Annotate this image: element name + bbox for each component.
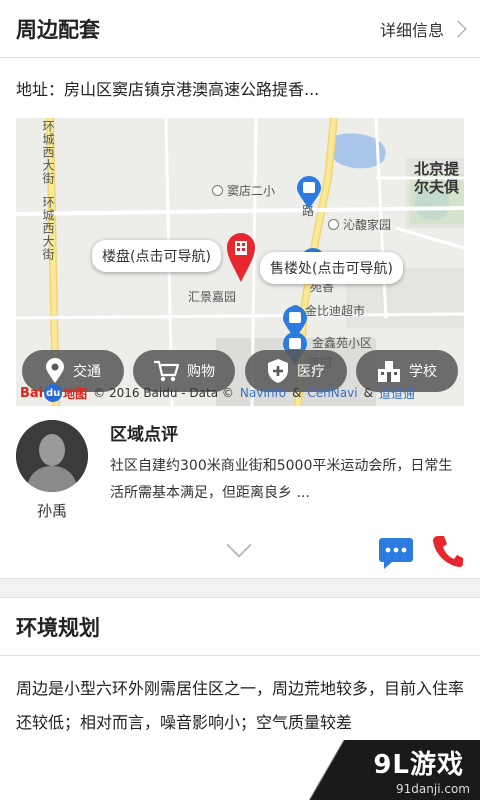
person-silhouette-icon <box>16 420 88 492</box>
detail-info-link[interactable]: 详细信息 <box>379 17 467 41</box>
bus-stop-pin-icon[interactable] <box>296 176 322 210</box>
property-callout[interactable]: 楼盘(点击可导航) <box>92 240 221 272</box>
cennavi-link[interactable]: CenNavi <box>307 386 357 400</box>
map-attribution: Bai du 地图 © 2016 Baidu - Data © NavInfo & … <box>20 384 415 402</box>
traffic-label: 交通 <box>73 364 101 380</box>
address-text: 地址：房山区窦店镇京港澳高速公路提香... <box>16 80 320 99</box>
map-label-golf: 北京提尔夫俱 <box>414 160 460 196</box>
sales-office-callout[interactable]: 售楼处(点击可导航) <box>260 252 403 284</box>
map-label-qinfu: 沁馥家园 <box>328 216 391 233</box>
chevron-right-icon <box>449 20 467 37</box>
map-label-jinxin: 金鑫苑小区 <box>312 336 373 350</box>
daodaotong-link[interactable]: 道道通 <box>379 385 415 402</box>
facilities-header: 周边配套 详细信息 <box>0 0 480 58</box>
author-name: 孙禹 <box>36 502 67 520</box>
watermark-url: 91danji.com <box>396 782 470 796</box>
environment-title: 环境规划 <box>16 615 100 640</box>
review-title: 区域点评 <box>110 425 178 445</box>
watermark-logo: 9L游戏 <box>373 750 464 780</box>
chevron-down-icon[interactable] <box>226 532 252 558</box>
area-review: 孙禹 区域点评 社区自建约300米商业街和5000平米运动会所，日常生活所需基本… <box>0 406 480 578</box>
avatar[interactable] <box>16 420 88 492</box>
school-building-icon <box>378 361 400 382</box>
shopping-label: 购物 <box>187 364 215 380</box>
environment-header: 环境规划 <box>0 598 480 656</box>
facilities-title: 周边配套 <box>16 17 100 42</box>
map-label-huijing: 汇景嘉园 <box>188 290 237 304</box>
map-label-school: 窦店二小 <box>212 182 275 199</box>
medical-label: 医疗 <box>297 364 325 380</box>
location-pin-icon <box>46 358 64 383</box>
map-view[interactable]: 环城西大街 环城西大街 窦店二小 沁馥家园 汇景嘉园 金比迪超市 金鑫苑小区 苑… <box>16 118 464 406</box>
navinfo-link[interactable]: NavInfo <box>240 386 286 400</box>
review-body: 区域点评 社区自建约300米商业街和5000平米运动会所，日常生活所需基本满足，… <box>110 420 464 507</box>
shopping-cart-icon <box>154 360 179 382</box>
section-divider <box>0 578 480 598</box>
copyright-text: © 2016 Baidu - Data © <box>93 386 234 400</box>
environment-text: 周边是小型六环外刚需居住区之一，周边荒地较多，目前入住率还较低；相对而言，噪音影… <box>16 679 465 732</box>
school-label: 学校 <box>409 364 437 380</box>
baidu-map-logo: Bai du 地图 <box>20 384 88 402</box>
chat-bubble-icon[interactable] <box>378 536 414 570</box>
detail-info-label: 详细信息 <box>379 20 444 40</box>
phone-icon[interactable] <box>432 534 464 568</box>
amp-text: & <box>363 386 373 400</box>
watermark: 9L游戏 91danji.com <box>300 740 480 800</box>
property-pin-icon[interactable] <box>226 232 256 284</box>
map-label-road-west-2: 环城西大街 <box>41 196 55 261</box>
amp-text: & <box>292 386 302 400</box>
medical-shield-icon <box>268 359 288 383</box>
map-label-road-west: 环城西大街 <box>41 120 55 185</box>
review-text: 社区自建约300米商业街和5000平米运动会所，日常生活所需基本满足，但距离良乡… <box>110 458 453 501</box>
